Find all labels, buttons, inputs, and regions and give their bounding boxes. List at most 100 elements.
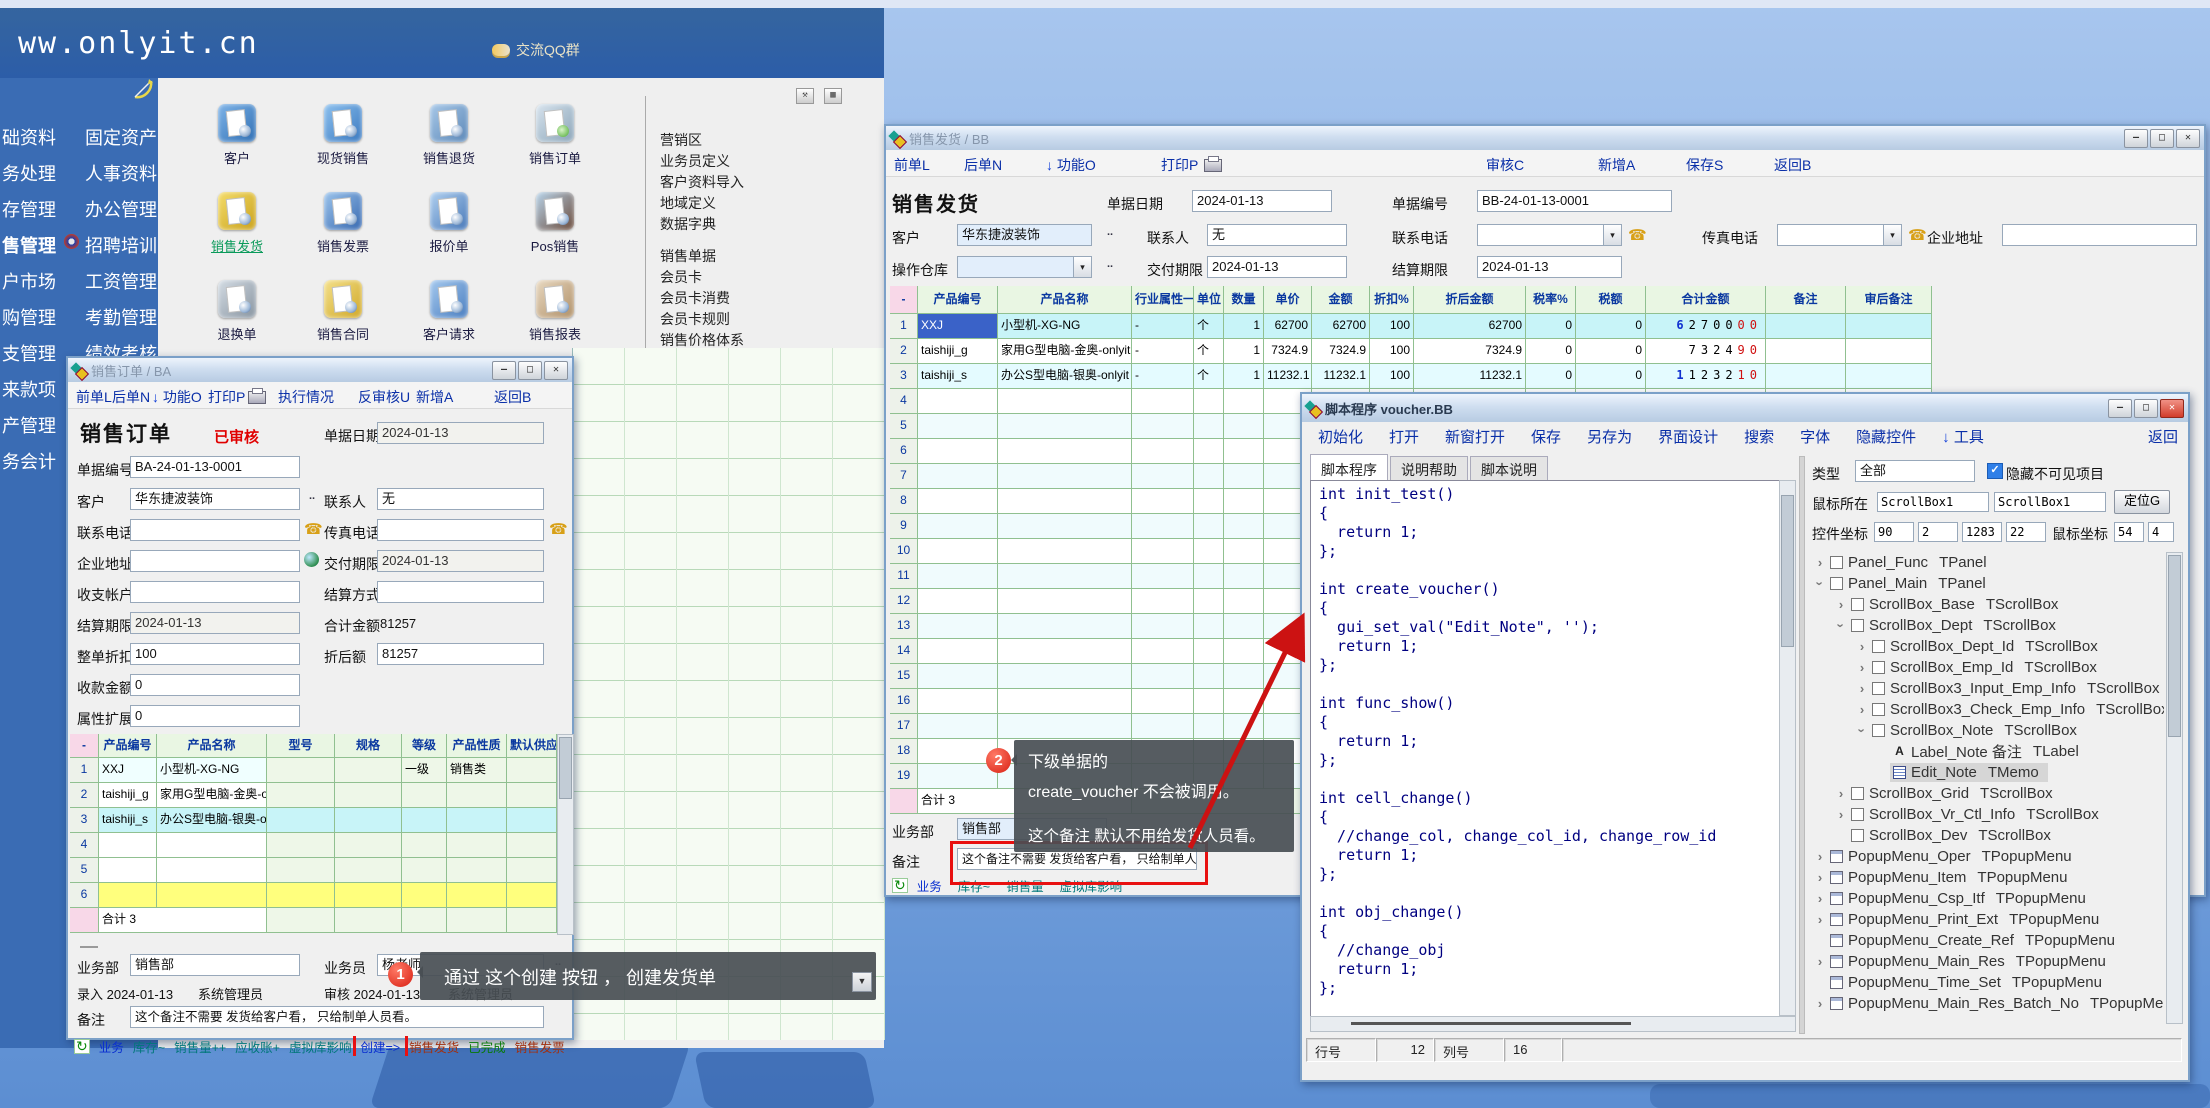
cell-product-code[interactable]	[918, 539, 998, 564]
cell-unit[interactable]	[1194, 564, 1224, 589]
status-link[interactable]: 已完成	[468, 1037, 506, 1056]
dropdown-arrow-icon[interactable]: ▾	[1883, 225, 1901, 245]
close-button[interactable]: ✕	[2160, 399, 2184, 418]
attr-ext-field[interactable]: 0	[130, 705, 300, 727]
cell-audited-note[interactable]	[1846, 364, 1932, 389]
cell-qty[interactable]	[1224, 439, 1264, 464]
cell-product-code[interactable]: XXJ	[99, 758, 157, 783]
qq-group-link[interactable]: 交流QQ群	[492, 40, 580, 60]
cell-product-code[interactable]	[918, 714, 998, 739]
sidebar-item[interactable]: 固定资产	[85, 124, 157, 160]
menu-item[interactable]: 初始化	[1318, 426, 1363, 447]
cell-product-name[interactable]	[157, 858, 267, 883]
expand-icon[interactable]	[1813, 912, 1827, 927]
cell-unit[interactable]	[1194, 589, 1224, 614]
submenu-item[interactable]: 客户资料导入	[660, 172, 744, 193]
voucher-no-field[interactable]: BA-24-01-13-0001	[130, 456, 300, 478]
cell-product-name[interactable]	[998, 564, 1132, 589]
tree-scrollbar[interactable]	[2166, 552, 2183, 1024]
cell-product-name[interactable]: 家用G型电脑-金奥-onlyit	[998, 339, 1132, 364]
cell-nature[interactable]: 销售类	[447, 758, 507, 783]
hide-invisible-checkbox[interactable]: ✓	[1987, 463, 2003, 479]
module-label[interactable]: 现货销售	[290, 148, 396, 167]
cell-total-amount-digits[interactable]: 6270000	[1646, 314, 1766, 339]
pane-splitter[interactable]	[1799, 456, 1805, 1034]
module-icon[interactable]	[218, 192, 256, 230]
account-field[interactable]	[130, 581, 300, 603]
tree-item[interactable]: PopupMenu_Oper TPopupMenu	[1807, 846, 2164, 867]
cell-product-code[interactable]	[99, 883, 157, 908]
submenu-item[interactable]: 销售单据	[660, 246, 744, 267]
code-line[interactable]: {	[1319, 504, 1787, 523]
cell-industry-attr[interactable]	[1132, 689, 1194, 714]
expand-icon[interactable]	[1834, 786, 1848, 801]
cell-amount[interactable]: 11232.1	[1312, 364, 1370, 389]
printer-icon[interactable]	[1204, 159, 1222, 172]
module-shortcut[interactable]: Pos销售	[502, 188, 608, 276]
sidebar-item[interactable]: 来款项	[2, 376, 56, 412]
bb-titlebar[interactable]: 销售发货 / BB — □ ✕	[886, 126, 2204, 150]
module-shortcut[interactable]: 现货销售	[290, 100, 396, 188]
sidebar-item[interactable]: 存管理	[2, 196, 56, 232]
memo-scroll-button[interactable]: ▼	[852, 972, 872, 992]
functions-menu[interactable]: 功能O	[1046, 155, 1096, 175]
cell-qty[interactable]	[1224, 564, 1264, 589]
cell-industry-attr[interactable]	[1132, 564, 1194, 589]
cell-industry-attr[interactable]	[1132, 389, 1194, 414]
save-button[interactable]: 保存S	[1686, 155, 1723, 175]
print-button[interactable]: 打印P	[1161, 155, 1198, 175]
code-line[interactable]: int cell_change()	[1319, 789, 1787, 808]
table-row[interactable]: 1 XXJ 小型机-XG-NG 一级 销售类	[68, 758, 568, 783]
tree-item[interactable]: PopupMenu_Print_Ext TPopupMenu	[1807, 909, 2164, 930]
cell-industry-attr[interactable]	[1132, 539, 1194, 564]
table-row[interactable]: 1 XXJ 小型机-XG-NG - 个 1 62700 62700 100 62…	[886, 314, 2198, 339]
module-icon[interactable]	[218, 104, 256, 142]
cell-product-name[interactable]: 家用G型电脑-金奥-onlyit	[157, 783, 267, 808]
code-line[interactable]: {	[1319, 713, 1787, 732]
tree-item[interactable]: PopupMenu_Csp_Itf TPopupMenu	[1807, 888, 2164, 909]
menu-item[interactable]: 字体	[1800, 426, 1830, 447]
cell-grade[interactable]	[402, 833, 447, 858]
menu-item[interactable]: 新窗打开	[1445, 426, 1505, 447]
code-line[interactable]: };	[1319, 865, 1787, 884]
tree-item[interactable]: Panel_Func TPanel	[1807, 552, 2164, 573]
submenu-item[interactable]: 地域定义	[660, 193, 744, 214]
table-row[interactable]: 2 taishiji_g 家用G型电脑-金奥-onlyit - 个 1 7324…	[886, 339, 2198, 364]
tree-item[interactable]: PopupMenu_Main_Res_Batch_No TPopupMenu	[1807, 993, 2164, 1014]
audit-button[interactable]: 审核C	[1486, 155, 1524, 175]
dropdown-arrow-icon[interactable]: ▾	[1603, 225, 1621, 245]
warehouse-browse-button[interactable]: ..	[1102, 258, 1118, 276]
cell-supplier[interactable]	[507, 808, 557, 833]
code-vscrollbar[interactable]	[1779, 480, 1796, 1016]
cell-audited-note[interactable]	[1846, 314, 1932, 339]
expand-icon[interactable]	[1834, 618, 1848, 633]
sidebar-item[interactable]: 购管理	[2, 304, 56, 340]
code-line[interactable]: return 1;	[1319, 523, 1787, 542]
cell-note[interactable]	[1766, 339, 1846, 364]
next-voucher-button[interactable]: 后单N	[964, 155, 1002, 175]
code-line[interactable]: {	[1319, 599, 1787, 618]
mouse-over-field-2[interactable]: ScrollBox1	[1994, 492, 2106, 512]
cell-total-amount-digits[interactable]: 732490	[1646, 339, 1766, 364]
refresh-icon[interactable]: ↻	[892, 878, 908, 893]
module-icon[interactable]	[218, 280, 256, 318]
sidebar-item[interactable]: 招聘培训	[85, 232, 157, 268]
expand-icon[interactable]	[1813, 849, 1827, 864]
cell-tax-rate[interactable]: 0	[1526, 364, 1576, 389]
cell-spec[interactable]	[335, 758, 402, 783]
tree-item[interactable]: PopupMenu_Main_Res TPopupMenu	[1807, 951, 2164, 972]
cell-model[interactable]	[267, 783, 335, 808]
tree-item[interactable]: Panel_Main TPanel	[1807, 573, 2164, 594]
cell-product-code[interactable]: taishiji_g	[99, 783, 157, 808]
layout-icon[interactable]: ▦	[824, 88, 842, 104]
code-line[interactable]: {	[1319, 808, 1787, 827]
submenu-item[interactable]: 营销区	[660, 130, 744, 151]
code-line[interactable]	[1319, 675, 1787, 694]
customer-field[interactable]: 华东捷波装饰	[130, 488, 300, 510]
module-shortcut[interactable]: 退换单	[184, 276, 290, 364]
cell-unit[interactable]	[1194, 414, 1224, 439]
cell-discounted-amount[interactable]: 62700	[1414, 314, 1526, 339]
cell-product-name[interactable]	[998, 714, 1132, 739]
refresh-icon[interactable]: ↻	[74, 1039, 90, 1054]
cell-discount[interactable]: 100	[1370, 314, 1414, 339]
